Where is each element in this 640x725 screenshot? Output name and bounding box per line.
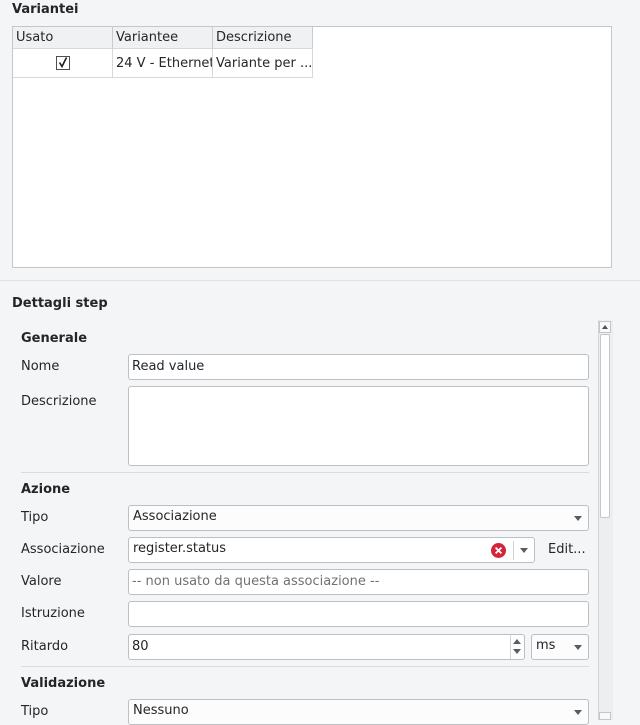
general-title: Generale [21,331,88,346]
validation-title: Validazione [21,676,106,691]
used-cell [13,49,113,78]
spin-down-icon[interactable] [513,649,521,654]
chevron-down-icon [574,710,582,715]
scroll-down-icon[interactable] [599,712,611,720]
column-header-variant[interactable]: Variantee [113,27,213,49]
description-label: Descrizione [21,394,97,409]
instruction-label: Istruzione [21,606,85,621]
delay-label: Ritardo [21,639,69,654]
group-separator [21,472,589,473]
action-title: Azione [21,482,71,497]
association-combo[interactable]: register.status [128,537,535,563]
delay-value: 80 [132,639,149,654]
variant-cell: 24 V - Ethernet [113,49,213,78]
edit-button[interactable]: Edit... [548,542,586,557]
delay-unit-value: ms [536,638,556,653]
association-label: Associazione [21,542,105,557]
type-select-value: Associazione [133,509,217,524]
description-cell: Variante per ... [213,49,313,78]
value-label: Valore [21,574,62,589]
value-field[interactable]: -- non usato da questa associazione -- [128,569,589,595]
chevron-down-icon [574,645,582,650]
scroll-up-icon[interactable] [599,321,611,333]
validation-type-label: Tipo [21,704,49,719]
column-header-description[interactable]: Descrizione [213,27,313,49]
delay-spinbox[interactable]: 80 [128,634,525,660]
step-details-title: Dettagli step [12,296,108,311]
section-divider [0,280,640,281]
validation-type-value: Nessuno [133,703,189,718]
spin-up-icon[interactable] [513,639,521,644]
clear-icon[interactable] [491,543,506,558]
description-field[interactable] [128,386,589,466]
used-checkbox[interactable] [56,56,70,70]
chevron-down-icon [574,516,582,521]
spin-divider [510,635,511,659]
table-row[interactable]: 24 V - Ethernet Variante per ... [13,49,313,78]
combo-divider [513,541,514,560]
instruction-field[interactable] [128,601,589,627]
type-select[interactable]: Associazione [128,505,589,531]
type-label: Tipo [21,510,49,525]
delay-unit-select[interactable]: ms [531,634,589,660]
name-label: Nome [21,359,60,374]
column-header-used[interactable]: Usato [13,27,113,49]
validation-type-select[interactable]: Nessuno [128,699,589,725]
association-value: register.status [133,541,227,556]
name-field[interactable]: Read value [128,354,589,380]
group-separator [21,666,589,667]
variants-table: Usato Variantee Descrizione 24 V - Ether… [12,26,612,268]
chevron-down-icon[interactable] [520,548,528,553]
check-icon [58,57,68,68]
scrollbar-thumb[interactable] [600,334,610,518]
variants-title: Variantei [12,2,79,17]
